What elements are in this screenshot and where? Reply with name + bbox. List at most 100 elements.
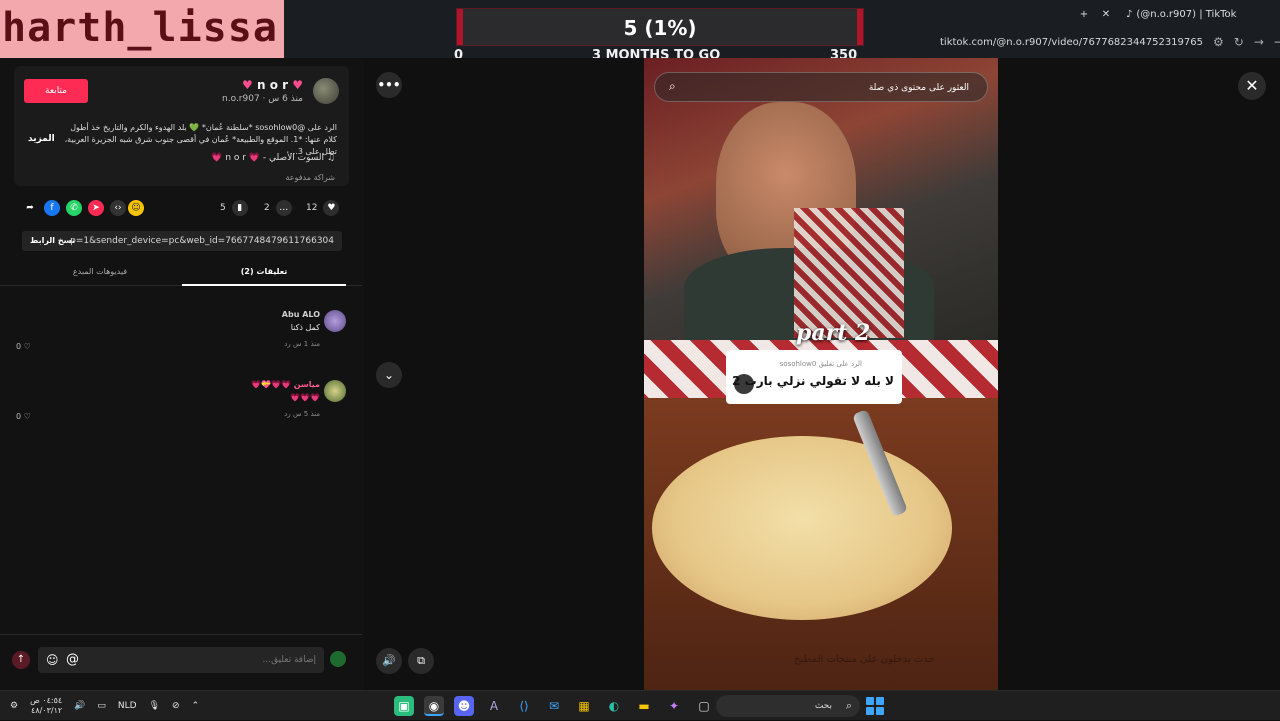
related-search-text: العثور على محتوى ذي صلة (868, 83, 969, 93)
sound-link[interactable]: ♫ السوت الأصلي - 💗 n o r 💗 (211, 153, 335, 163)
comment-item: مياسن 💗💗💝💗 💗💗💗 منذ 5 س رد 0 ♡ (0, 380, 362, 440)
copilot-icon[interactable]: ✦ (664, 696, 684, 716)
vscode-icon[interactable]: ⟨⟩ (514, 696, 534, 716)
windows-start-icon[interactable] (866, 697, 884, 715)
video-flatbread (652, 436, 952, 620)
system-tray: ⚙ ٠٤:٥٤ ص ٤٨/٠٣/١٢ 🔊 ▭ NLD 🎙 ⊘ ⌃ (10, 691, 199, 721)
browser-tab-active[interactable]: ♪ (@n.o.r907) | TikTok (1120, 7, 1242, 22)
settings-gear-icon[interactable]: ⚙ (10, 701, 18, 711)
file-explorer-icon[interactable]: ▬ (634, 696, 654, 716)
new-tab-icon[interactable]: + (1076, 9, 1092, 20)
address-bar[interactable]: tiktok.com/@n.o.r907/video/7677682344752… (940, 32, 1280, 52)
facebook-icon[interactable]: f (44, 200, 60, 216)
taskbar-search-label: بحث (814, 701, 832, 711)
goal-value: 5 (1%) (623, 16, 697, 40)
reply-sticker-text: لا بله لا تقولي نزلي بارت 2 (732, 374, 894, 388)
author-name[interactable]: ♥ n o r ♥ (242, 78, 303, 92)
browser-top-bar: harth_lissa 5 (1%) 0 3 MONTHS TO GO 350 … (0, 0, 1280, 63)
commenter-avatar[interactable] (324, 380, 346, 402)
bookmark-icon[interactable]: ▮ (231, 200, 248, 216)
post-info-card: ♥ n o r ♥ n.o.r907 · منذ 6 س متابعة الرد… (14, 66, 349, 186)
share-arrow-icon[interactable]: ➦ (22, 200, 38, 216)
windows-taskbar: ⚙ ٠٤:٥٤ ص ٤٨/٠٣/١٢ 🔊 ▭ NLD 🎙 ⊘ ⌃ ▣ ◉ ☻ A… (0, 690, 1280, 720)
comment-meta[interactable]: منذ 5 س رد (284, 410, 320, 418)
heart-like-icon[interactable]: ♥ (323, 200, 340, 216)
tab-strip: + ✕ ♪ (@n.o.r907) | TikTok (1076, 4, 1242, 24)
more-link[interactable]: المزيد (28, 134, 55, 144)
saves-count: 5 (220, 203, 226, 213)
arc-icon[interactable]: A (484, 696, 504, 716)
app-icon-green[interactable]: ▣ (394, 696, 414, 716)
heart-outline-icon: ♡ (23, 342, 31, 351)
mention-icon[interactable]: @ (66, 652, 79, 667)
current-user-avatar (330, 651, 346, 667)
likes-count: 12 (306, 203, 318, 213)
video-player[interactable]: ⌕ العثور على محتوى ذي صلة part 2 الرد عل… (644, 58, 998, 690)
tab-title: (@n.o.r907) | TikTok (1136, 8, 1237, 20)
back-icon[interactable]: → (1274, 35, 1280, 49)
video-part-label: part 2 (796, 320, 871, 346)
forward-icon[interactable]: → (1254, 35, 1264, 49)
reload-icon[interactable]: ↻ (1234, 35, 1244, 49)
taskbar-apps: ▣ ◉ ☻ A ⟨⟩ ✉ ▦ ◐ ▬ ✦ ▢ (394, 694, 714, 718)
follow-button[interactable]: متابعة (24, 79, 88, 103)
language-indicator[interactable]: NLD (118, 701, 137, 711)
search-icon: ⌕ (669, 79, 676, 93)
edge-icon[interactable]: ◐ (604, 696, 624, 716)
emoji-icon[interactable]: ☺ (46, 653, 59, 667)
volume-button[interactable]: 🔊 (376, 648, 402, 674)
mail-icon[interactable]: ✉ (544, 696, 564, 716)
video-stage: ••• ⌄ 🔊 ⧉ ✕ ⌕ العثور على محتوى ذي صلة pa… (364, 58, 1280, 690)
video-person-scarf (794, 208, 904, 338)
send-icon[interactable]: ➤ (88, 200, 104, 216)
action-row: ➦ f ✆ ➤ ‹› ☺ 5 ▮ 2 … 12 ♥ (22, 200, 344, 218)
more-options-button[interactable]: ••• (376, 72, 402, 98)
paid-partnership-label: شراكة مدفوعة (285, 173, 335, 182)
picture-in-picture-button[interactable]: ⧉ (408, 648, 434, 674)
network-icon[interactable]: ▭ (97, 701, 106, 711)
commenter-name[interactable]: مياسن 💗💗💝💗 (251, 380, 320, 389)
commenter-name[interactable]: Abu ALO (282, 310, 320, 319)
video-caption: حدث يدخلون على منتجات المطبخ (794, 654, 935, 665)
whatsapp-icon[interactable]: ✆ (66, 200, 82, 216)
speaker-icon[interactable]: 🔊 (74, 701, 85, 711)
comment-icon[interactable]: … (275, 200, 292, 216)
discord-icon[interactable]: ☻ (454, 696, 474, 716)
store-icon[interactable]: ▦ (574, 696, 594, 716)
reply-comment-sticker: الرد على تعليق sosohlow0 لا بله لا تقولي… (726, 350, 902, 404)
comment-meta[interactable]: منذ 1 س رد (284, 340, 320, 348)
coin-icon[interactable]: ☺ (128, 200, 144, 216)
comment-input[interactable] (38, 647, 324, 673)
mic-muted-icon[interactable]: ⊘ (172, 701, 180, 711)
related-search-box[interactable]: ⌕ العثور على محتوى ذي صلة (654, 72, 988, 102)
tiktok-favicon-icon: ♪ (1126, 8, 1133, 20)
comments-stat[interactable]: 2 … (264, 200, 292, 216)
url-text[interactable]: tiktok.com/@n.o.r907/video/7677682344752… (940, 37, 1203, 48)
author-avatar[interactable] (313, 78, 339, 104)
close-tab-icon[interactable]: ✕ (1098, 9, 1114, 20)
comments-panel: ♥ n o r ♥ n.o.r907 · منذ 6 س متابعة الرد… (0, 58, 364, 690)
heart-icon: ♥ (242, 78, 253, 92)
tab-creator-videos[interactable]: فيديوهات المبدع (18, 258, 182, 286)
taskbar-clock[interactable]: ٠٤:٥٤ ص ٤٨/٠٣/١٢ (30, 696, 62, 716)
comment-likes[interactable]: 0 ♡ (16, 412, 31, 421)
post-comment-button[interactable]: ↑ (12, 651, 30, 669)
share-url: ...p=1&sender_device=pc&web_id=766774847… (61, 236, 334, 246)
close-button[interactable]: ✕ (1238, 72, 1266, 100)
microphone-icon[interactable]: 🎙 (149, 701, 160, 711)
commenter-avatar[interactable] (324, 310, 346, 332)
comment-item: Abu ALO كمل ذكنا منذ 1 س رد 0 ♡ (0, 310, 362, 370)
site-settings-icon[interactable]: ⚙ (1213, 35, 1224, 49)
likes-stat[interactable]: 12 ♥ (306, 200, 340, 216)
embed-icon[interactable]: ‹› (110, 200, 126, 216)
saves-stat[interactable]: 5 ▮ (220, 200, 248, 216)
goal-progress-bar: 5 (1%) (456, 8, 864, 46)
copy-link-row: نسخ الرابط ...p=1&sender_device=pc&web_i… (22, 231, 342, 251)
window-icon[interactable]: ▢ (694, 696, 714, 716)
tab-comments[interactable]: تعليقات (2) (182, 258, 346, 286)
comment-likes[interactable]: 0 ♡ (16, 342, 31, 351)
next-video-button[interactable]: ⌄ (376, 362, 402, 388)
chrome-icon[interactable]: ◉ (424, 696, 444, 716)
show-hidden-icons[interactable]: ⌃ (192, 701, 200, 711)
taskbar-search[interactable]: بحث ⌕ (716, 695, 860, 717)
